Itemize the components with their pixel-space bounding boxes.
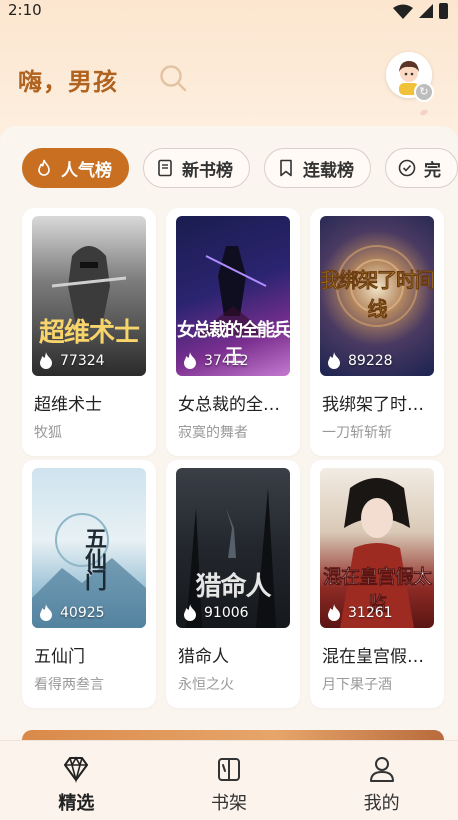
flame-icon xyxy=(40,604,52,621)
book-author: 牧狐 xyxy=(34,425,62,441)
book-title: 女总裁的全能兵王 xyxy=(178,395,294,415)
ranking-tabs: 人气榜 新书榜 连载榜 完 xyxy=(22,148,458,188)
heat-badge: 89228 xyxy=(326,352,393,370)
heat-count: 91006 xyxy=(204,605,249,621)
battery-icon xyxy=(439,3,448,19)
flame-icon xyxy=(38,159,50,176)
book-title: 混在皇宫假太监 xyxy=(322,647,438,667)
book-author: 一刀斩斩斩 xyxy=(322,425,392,441)
heat-count: 31261 xyxy=(348,605,393,621)
nav-featured[interactable]: 精选 xyxy=(0,741,153,820)
book-cover: 女总裁的全能兵王 37412 xyxy=(176,216,290,376)
heat-badge: 37412 xyxy=(182,352,249,370)
flame-icon xyxy=(328,352,340,369)
book-card[interactable]: 超维术士 77324 超维术士 牧狐 xyxy=(22,208,156,456)
tab-label: 完 xyxy=(424,160,441,181)
greeting-title: 嗨，男孩 xyxy=(18,67,118,96)
nav-label: 书架 xyxy=(211,793,247,814)
heat-badge: 40925 xyxy=(38,604,105,622)
tab-label: 新书榜 xyxy=(182,160,233,181)
heat-badge: 91006 xyxy=(182,604,249,622)
cover-title: 我绑架了时间线 xyxy=(320,268,434,322)
tab-completed[interactable]: 完 xyxy=(385,148,458,188)
book-author: 看得两叁言 xyxy=(34,677,104,693)
book-card[interactable]: 混在皇宫假太监 31261 混在皇宫假太监 月下果子酒 xyxy=(310,460,444,708)
cover-title: 五仙门 xyxy=(81,526,107,590)
book-title: 超维术士 xyxy=(34,395,102,415)
flame-icon xyxy=(328,604,340,621)
book-cover: 猎命人 91006 xyxy=(176,468,290,628)
switch-icon[interactable]: ↻ xyxy=(414,82,434,102)
nav-bookshelf[interactable]: 书架 xyxy=(153,741,306,820)
book-cover: 五仙门 40925 xyxy=(32,468,146,628)
tab-new-books[interactable]: 新书榜 xyxy=(143,148,250,188)
wifi-icon xyxy=(393,4,413,19)
user-avatar[interactable]: ↻ xyxy=(386,52,434,102)
bottom-navigation: 精选 书架 我的 xyxy=(0,740,458,820)
bookshelf-icon xyxy=(218,758,240,781)
status-bar: 2:10 xyxy=(0,0,458,26)
flame-icon xyxy=(184,352,196,369)
cellular-signal-icon xyxy=(419,4,433,18)
tab-label: 连载榜 xyxy=(303,160,354,181)
nav-profile[interactable]: 我的 xyxy=(305,741,458,820)
heat-count: 89228 xyxy=(348,353,393,369)
heat-badge: 77324 xyxy=(38,352,105,370)
diamond-icon xyxy=(64,756,89,783)
tab-label: 人气榜 xyxy=(61,160,112,181)
status-icons xyxy=(393,3,448,19)
heat-count: 77324 xyxy=(60,353,105,369)
book-card[interactable]: 五仙门 40925 五仙门 看得两叁言 xyxy=(22,460,156,708)
heat-badge: 31261 xyxy=(326,604,393,622)
book-cover: 超维术士 77324 xyxy=(32,216,146,376)
search-icon[interactable] xyxy=(158,63,188,93)
book-card[interactable]: 猎命人 91006 猎命人 永恒之火 xyxy=(166,460,300,708)
flame-icon xyxy=(184,604,196,621)
nav-label: 精选 xyxy=(58,793,95,814)
book-author: 永恒之火 xyxy=(178,677,234,693)
heat-count: 40925 xyxy=(60,605,105,621)
book-card[interactable]: 女总裁的全能兵王 37412 女总裁的全能兵王 寂寞的舞者 xyxy=(166,208,300,456)
check-circle-icon xyxy=(398,159,416,177)
book-cover: 我绑架了时间线 89228 xyxy=(320,216,434,376)
tab-serial[interactable]: 连载榜 xyxy=(264,148,371,188)
nav-label: 我的 xyxy=(363,793,400,814)
book-title: 五仙门 xyxy=(34,647,85,667)
tab-popular[interactable]: 人气榜 xyxy=(22,148,129,188)
heat-count: 37412 xyxy=(204,353,249,369)
flame-icon xyxy=(40,352,52,369)
book-author: 月下果子酒 xyxy=(322,677,392,693)
cover-title: 超维术士 xyxy=(38,318,140,348)
person-icon xyxy=(369,757,394,782)
book-author: 寂寞的舞者 xyxy=(178,425,248,441)
bookmark-icon xyxy=(280,159,292,177)
book-title: 我绑架了时间线 xyxy=(322,395,438,415)
cover-title: 猎命人 xyxy=(195,572,271,602)
book-title: 猎命人 xyxy=(178,647,229,667)
status-time: 2:10 xyxy=(8,1,42,19)
book-card[interactable]: 我绑架了时间线 89228 我绑架了时间线 一刀斩斩斩 xyxy=(310,208,444,456)
book-cover: 混在皇宫假太监 31261 xyxy=(320,468,434,628)
book-icon xyxy=(158,159,172,177)
